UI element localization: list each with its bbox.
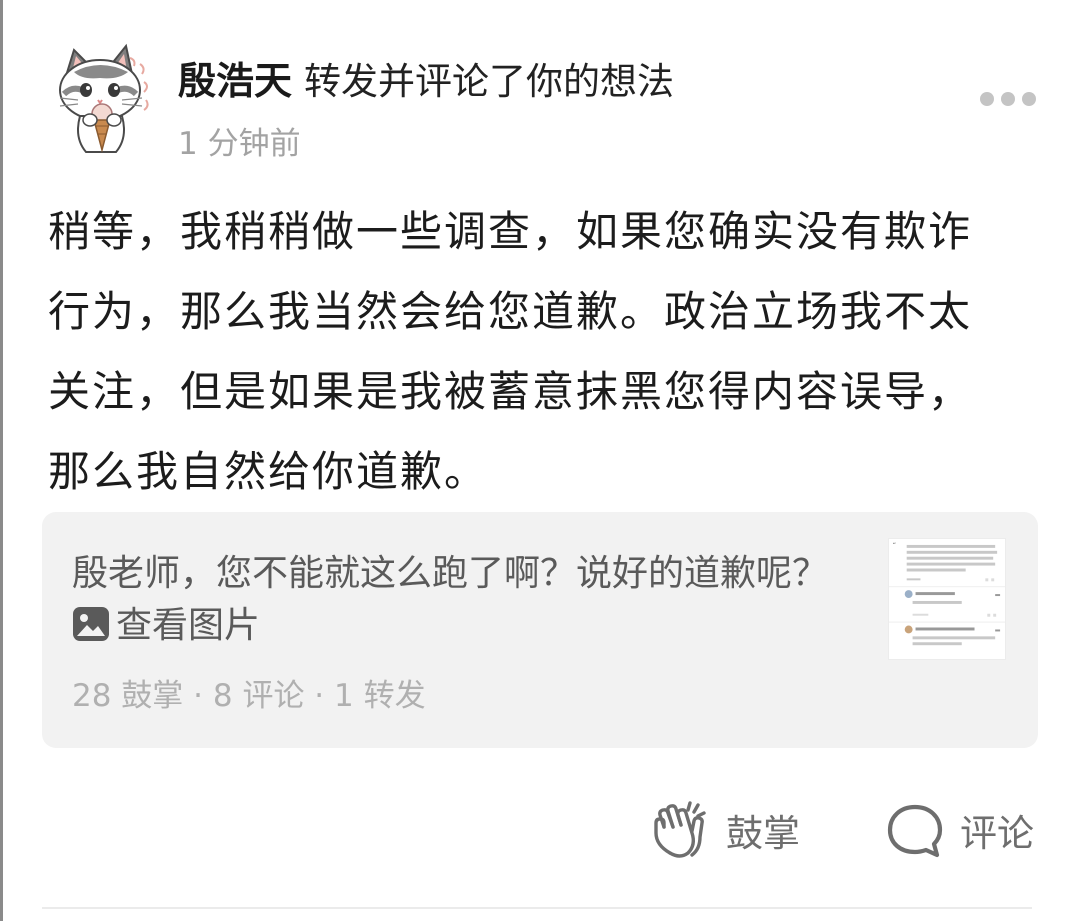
svg-text:“: “: [893, 543, 896, 549]
quoted-image-thumbnail[interactable]: “: [888, 538, 1006, 660]
bottom-divider: [42, 907, 1032, 909]
clap-button[interactable]: 鼓掌: [648, 790, 800, 870]
action-text: 转发并评论了你的想法: [304, 60, 675, 103]
clap-label: 鼓掌: [726, 812, 800, 855]
quoted-post-stats: 28 鼓掌 · 8 评论 · 1 转发: [72, 678, 426, 714]
quoted-post-text: 殷老师，您不能就这么跑了啊？说好的道歉呢？ 查看图片: [72, 548, 862, 652]
post-card: 殷浩天 转发并评论了你的想法 1 分钟前 稍等，我稍稍做一些调查，如果您确实没有…: [0, 0, 1080, 921]
clap-icon: [654, 801, 706, 858]
more-dots-icon: [980, 92, 994, 106]
author-name[interactable]: 殷浩天: [178, 50, 292, 105]
comment-label: 评论: [960, 812, 1034, 855]
author-avatar[interactable]: [52, 42, 160, 156]
comment-bubble-icon: [887, 804, 943, 858]
more-dot: [1001, 92, 1015, 106]
more-dot: [1022, 92, 1036, 106]
view-image-label: 查看图片: [116, 605, 261, 646]
quoted-post-card[interactable]: 殷老师，您不能就这么跑了啊？说好的道歉呢？ 查看图片 28 鼓掌 · 8 评论 ·…: [42, 512, 1038, 748]
view-image-link[interactable]: 查看图片: [72, 605, 260, 646]
more-options-button[interactable]: [980, 86, 1036, 112]
quoted-text-content: 殷老师，您不能就这么跑了啊？说好的道歉呢？: [72, 553, 829, 594]
comment-button[interactable]: 评论: [882, 790, 1034, 870]
post-timestamp: 1 分钟前: [178, 126, 301, 162]
image-icon: [73, 607, 109, 641]
post-header: 殷浩天 转发并评论了你的想法: [178, 50, 675, 105]
post-body-text: 稍等，我稍稍做一些调查，如果您确实没有欺诈行为，那么我当然会给您道歉。政治立场我…: [48, 207, 973, 496]
left-edge-line: [0, 0, 3, 921]
